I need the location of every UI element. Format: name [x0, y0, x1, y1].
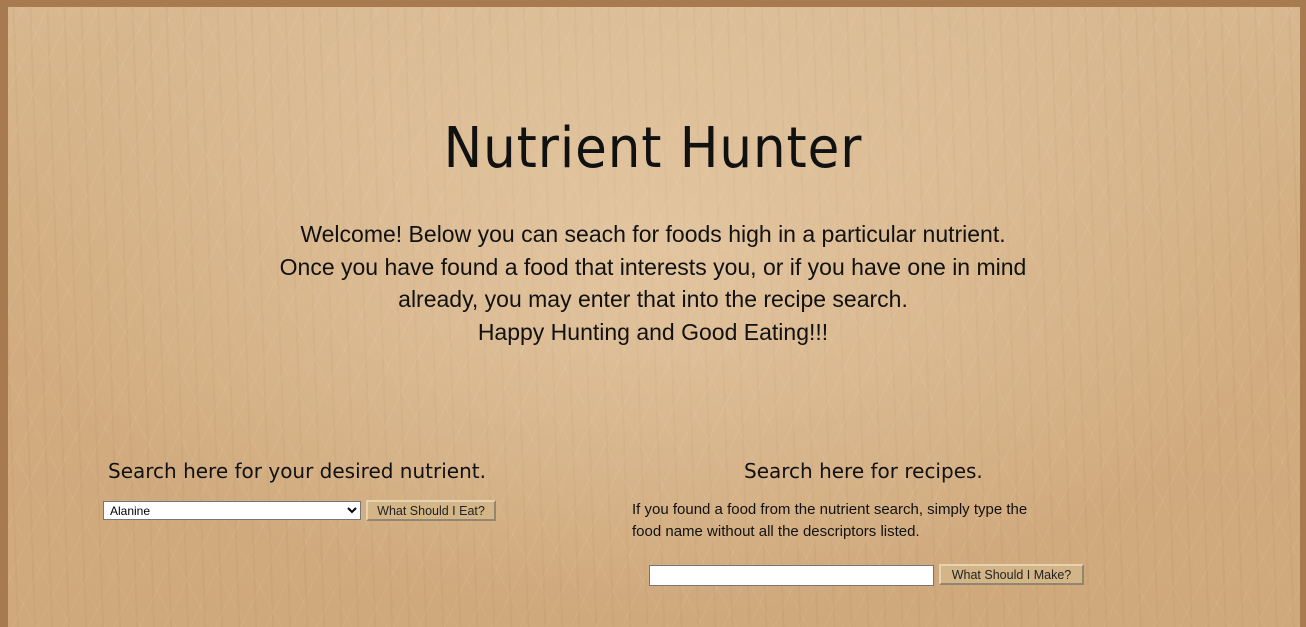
recipe-search-input[interactable]	[649, 565, 934, 586]
welcome-line: Welcome! Below you can seach for foods h…	[300, 221, 1006, 247]
welcome-line: Happy Hunting and Good Eating!!!	[477, 318, 829, 345]
welcome-message: Welcome! Below you can seach for foods h…	[0, 218, 1306, 348]
page-title: Nutrient Hunter	[443, 115, 863, 181]
welcome-line: Once you have found a food that interest…	[279, 253, 1027, 280]
welcome-line: already, you may enter that into the rec…	[398, 286, 908, 312]
instruction-line: If you found a food from the nutrient se…	[632, 501, 1028, 518]
recipe-search-heading: Search here for recipes.	[744, 458, 983, 483]
instruction-line: food name without all the descriptors li…	[632, 522, 920, 540]
recipe-search-instructions: If you found a food from the nutrient se…	[632, 499, 1102, 542]
what-should-i-make-button[interactable]: What Should I Make?	[939, 564, 1084, 585]
nutrient-select[interactable]: Alanine	[103, 501, 361, 520]
what-should-i-eat-button[interactable]: What Should I Eat?	[366, 500, 496, 521]
nutrient-search-heading: Search here for your desired nutrient.	[108, 458, 486, 483]
